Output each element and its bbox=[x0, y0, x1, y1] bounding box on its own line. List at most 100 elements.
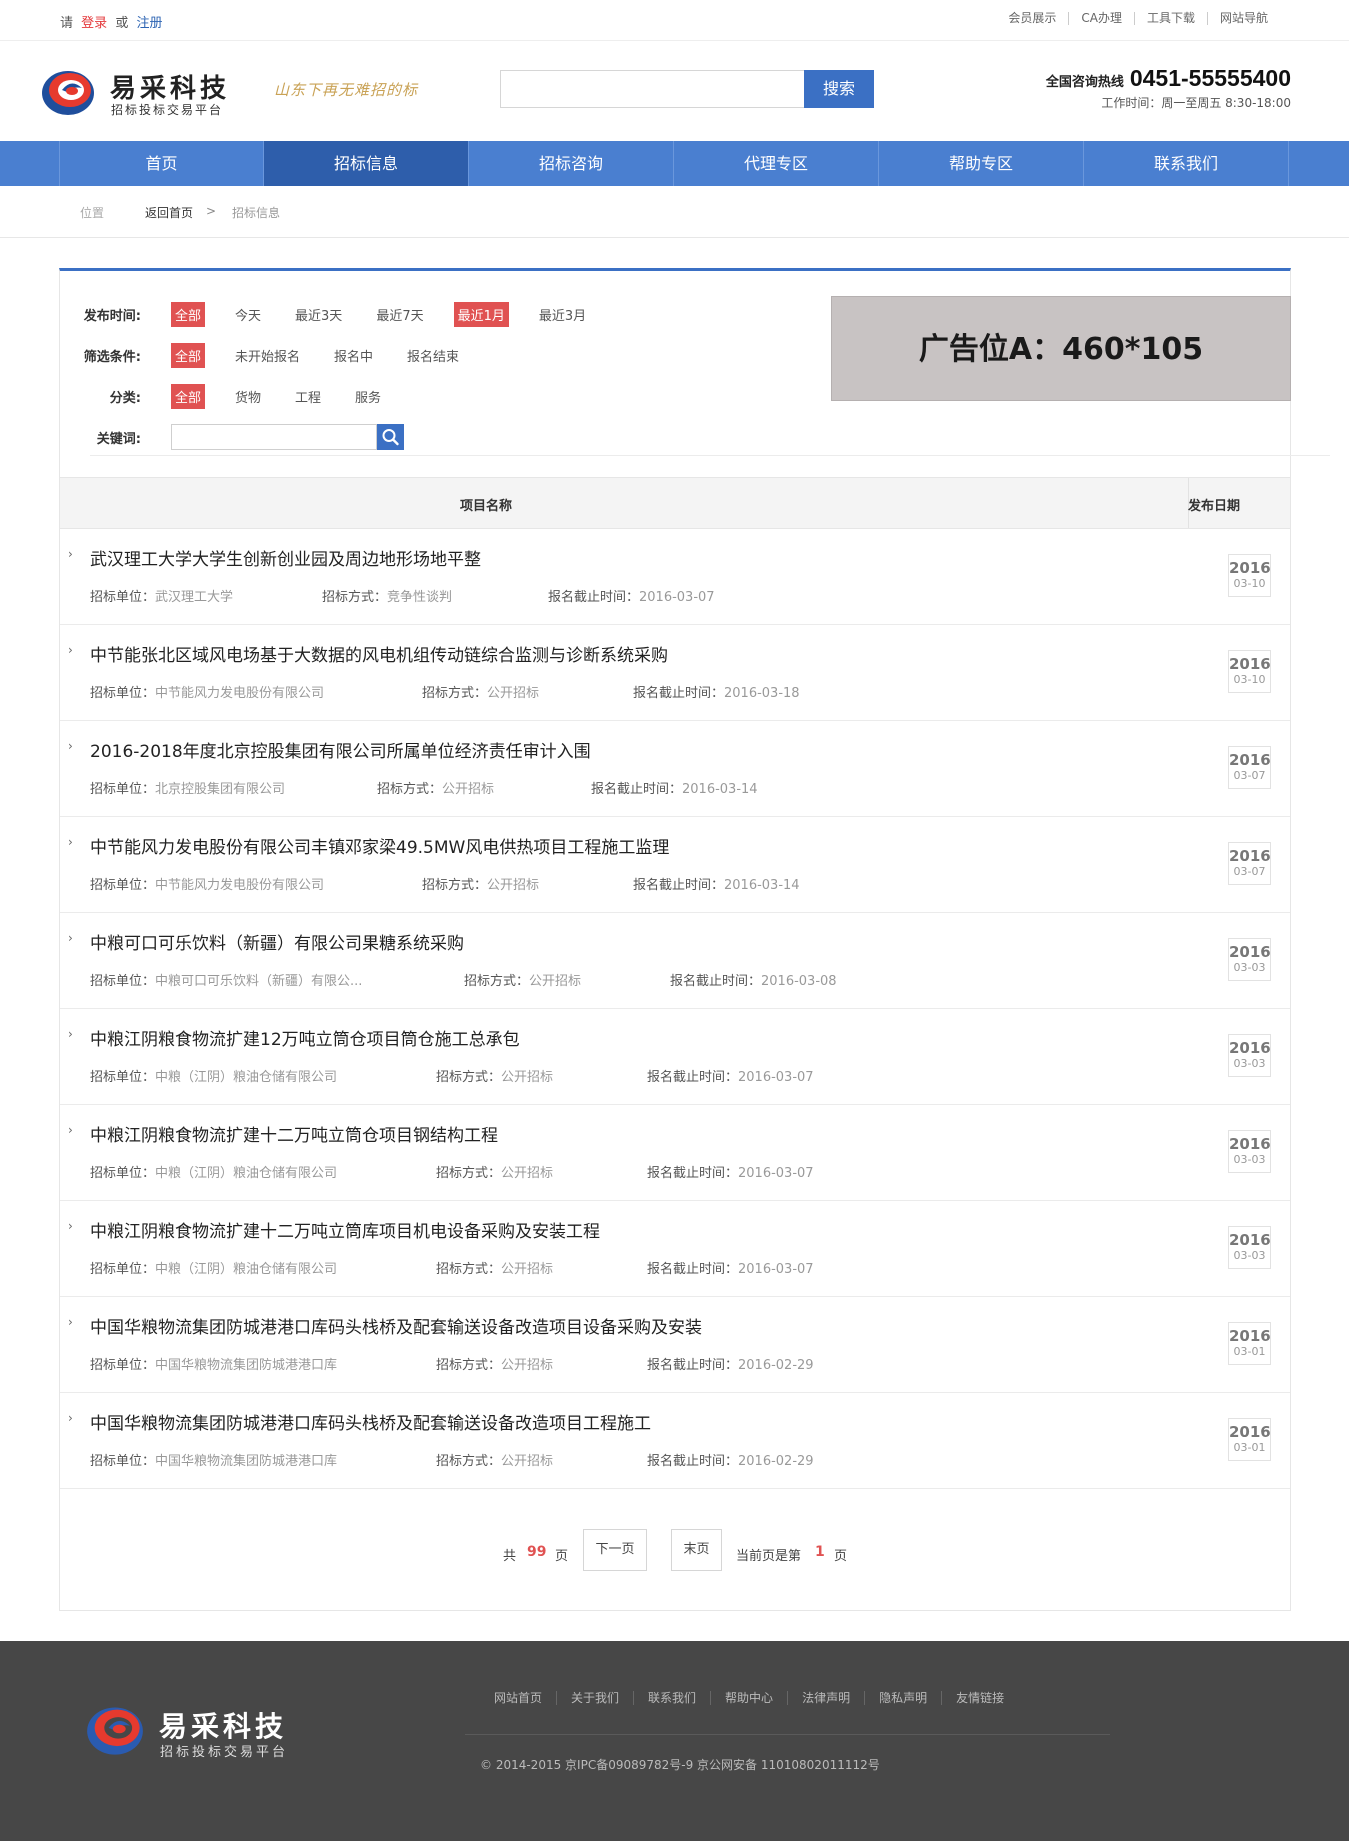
breadcrumb: 位置 返回首页 > 招标信息 bbox=[0, 186, 1349, 238]
nav-help[interactable]: 帮助专区 bbox=[879, 141, 1084, 186]
row-unit: 招标单位：中粮可口可乐饮料（新疆）有限公... bbox=[90, 970, 362, 989]
nav-bidding-info[interactable]: 招标信息 bbox=[264, 141, 469, 186]
row-method-label: 招标方式： bbox=[436, 1358, 502, 1373]
next-page-button[interactable]: 下一页 bbox=[583, 1529, 647, 1571]
row-date-badge: 2016 03-03 bbox=[1228, 1034, 1271, 1077]
auth-or: 或 bbox=[115, 16, 129, 31]
last-page-button[interactable]: 末页 bbox=[671, 1529, 722, 1571]
keyword-search-button[interactable] bbox=[377, 424, 404, 450]
chevron-right-icon: › bbox=[68, 1315, 73, 1329]
footer-link-help[interactable]: 帮助中心 bbox=[710, 1691, 787, 1705]
table-row[interactable]: › 中粮江阴粮食物流扩建12万吨立筒仓项目筒仓施工总承包 招标单位：中粮（江阴）粮油… bbox=[60, 1009, 1290, 1105]
row-unit: 招标单位：中粮（江阴）粮油仓储有限公司 bbox=[90, 1066, 337, 1085]
footer-link-privacy[interactable]: 隐私声明 bbox=[864, 1691, 941, 1705]
top-link-tools[interactable]: 工具下载 bbox=[1133, 12, 1207, 25]
chevron-right-icon: › bbox=[68, 1219, 73, 1233]
row-unit-value: 中粮可口可乐饮料（新疆）有限公... bbox=[155, 974, 363, 989]
nav-home[interactable]: 首页 bbox=[59, 141, 264, 186]
filter-option[interactable]: 最近7天 bbox=[372, 302, 427, 327]
search-button[interactable]: 搜索 bbox=[804, 70, 874, 108]
row-date-day: 03-10 bbox=[1233, 577, 1266, 590]
footer-link-friends[interactable]: 友情链接 bbox=[941, 1691, 1018, 1705]
search-input[interactable] bbox=[500, 70, 805, 108]
breadcrumb-position: 位置 bbox=[80, 206, 105, 220]
footer-logo: 易采科技 招标投标交易平台 bbox=[85, 1701, 305, 1761]
filter-option[interactable]: 报名中 bbox=[330, 343, 377, 368]
table-row[interactable]: › 中国华粮物流集团防城港港口库码头栈桥及配套输送设备改造项目设备采购及安装 招标单… bbox=[60, 1297, 1290, 1393]
pager-total-suffix: 页 bbox=[555, 1549, 569, 1564]
row-deadline: 报名截止时间：2016-03-18 bbox=[633, 682, 800, 701]
top-link-ca[interactable]: CA办理 bbox=[1068, 12, 1134, 25]
top-link-members[interactable]: 会员展示 bbox=[996, 12, 1068, 25]
footer-link-home[interactable]: 网站首页 bbox=[480, 1691, 556, 1705]
row-title[interactable]: 中节能风力发电股份有限公司丰镇邓家梁49.5MW风电供热项目工程施工监理 bbox=[90, 833, 669, 858]
filter-condition: 筛选条件: 全部 未开始报名 报名中 报名结束 bbox=[60, 341, 463, 369]
table-row[interactable]: › 中粮江阴粮食物流扩建十二万吨立筒库项目机电设备采购及安装工程招标单位：中粮（江… bbox=[60, 1201, 1290, 1297]
row-date-day: 03-10 bbox=[1233, 673, 1266, 686]
table-row[interactable]: › 武汉理工大学大学生创新创业园及周边地形场地平整 招标单位：武汉理工大学 招标方式：… bbox=[60, 529, 1290, 625]
filter-option[interactable]: 报名结束 bbox=[403, 343, 463, 368]
filter-option[interactable]: 未开始报名 bbox=[231, 343, 304, 368]
footer-link-about[interactable]: 关于我们 bbox=[556, 1691, 633, 1705]
table-row[interactable]: › 2016-2018年度北京控股集团有限公司所属单位经济责任审计入围 招标单位：北… bbox=[60, 721, 1290, 817]
nav-bidding-consult[interactable]: 招标咨询 bbox=[469, 141, 674, 186]
footer-brand-subtitle: 招标投标交易平台 bbox=[160, 1745, 289, 1760]
table-row[interactable]: › 中节能风力发电股份有限公司丰镇邓家梁49.5MW风电供热项目工程施工监理 招标单… bbox=[60, 817, 1290, 913]
site-logo[interactable]: 易采科技 招标投标交易平台 bbox=[40, 66, 250, 120]
breadcrumb-current: 招标信息 bbox=[232, 206, 281, 220]
row-title[interactable]: 中国华粮物流集团防城港港口库码头栈桥及配套输送设备改造项目工程施工 bbox=[90, 1409, 651, 1434]
footer-link-contact[interactable]: 联系我们 bbox=[633, 1691, 710, 1705]
filter-option[interactable]: 服务 bbox=[351, 384, 385, 409]
row-title[interactable]: 中粮江阴粮食物流扩建12万吨立筒仓项目筒仓施工总承包 bbox=[90, 1025, 520, 1050]
register-link[interactable]: 注册 bbox=[136, 16, 162, 31]
row-title[interactable]: 中国华粮物流集团防城港港口库码头栈桥及配套输送设备改造项目设备采购及安装 bbox=[90, 1313, 702, 1338]
filter-option[interactable]: 工程 bbox=[291, 384, 325, 409]
row-date-badge: 2016 03-10 bbox=[1228, 650, 1271, 693]
site-search: 搜索 bbox=[500, 70, 874, 108]
filter-publish-time: 发布时间: 全部 今天 最近3天 最近7天 最近1月 最近3月 bbox=[60, 300, 590, 328]
filter-option[interactable]: 今天 bbox=[231, 302, 265, 327]
main-nav: 首页 招标信息 招标咨询 代理专区 帮助专区 联系我们 bbox=[0, 141, 1349, 186]
nav-contact[interactable]: 联系我们 bbox=[1084, 141, 1289, 186]
filter-option[interactable]: 全部 bbox=[171, 383, 206, 409]
keyword-input[interactable] bbox=[171, 424, 377, 450]
hotline-label: 全国咨询热线 bbox=[1045, 75, 1124, 90]
row-title[interactable]: 中粮可口可乐饮料（新疆）有限公司果糖系统采购 bbox=[90, 929, 464, 954]
row-date-day: 03-07 bbox=[1233, 865, 1266, 878]
filter-option[interactable]: 货物 bbox=[231, 384, 265, 409]
row-date-year: 2016 bbox=[1229, 1039, 1271, 1057]
row-unit: 招标单位：中粮（江阴）粮油仓储有限公司 bbox=[90, 1258, 337, 1277]
auth-please: 请 bbox=[60, 16, 74, 31]
table-row[interactable]: › 中粮江阴粮食物流扩建十二万吨立筒仓项目钢结构工程 招标单位：中粮（江阴）粮油仓储… bbox=[60, 1105, 1290, 1201]
nav-agency[interactable]: 代理专区 bbox=[674, 141, 879, 186]
row-title[interactable]: 中节能张北区域风电场基于大数据的风电机组传动链综合监测与诊断系统采购 bbox=[90, 641, 668, 666]
row-date-badge: 2016 03-01 bbox=[1228, 1418, 1271, 1461]
filter-option[interactable]: 最近1月 bbox=[453, 301, 509, 327]
top-link-sitemap[interactable]: 网站导航 bbox=[1206, 12, 1280, 25]
filter-option[interactable]: 最近3月 bbox=[535, 302, 590, 327]
row-title[interactable]: 中粮江阴粮食物流扩建十二万吨立筒仓项目钢结构工程 bbox=[90, 1121, 498, 1146]
table-header: 项目名称 发布日期 bbox=[60, 477, 1290, 529]
login-link[interactable]: 登录 bbox=[81, 16, 107, 31]
row-deadline-value: 2016-03-07 bbox=[639, 590, 715, 605]
filter-option[interactable]: 全部 bbox=[171, 301, 206, 327]
table-row[interactable]: › 中节能张北区域风电场基于大数据的风电机组传动链综合监测与诊断系统采购 招标单位：… bbox=[60, 625, 1290, 721]
row-method: 招标方式：公开招标 bbox=[436, 1066, 553, 1085]
row-unit-value: 中粮（江阴）粮油仓储有限公司 bbox=[155, 1166, 338, 1181]
row-title[interactable]: 武汉理工大学大学生创新创业园及周边地形场地平整 bbox=[90, 545, 481, 570]
ad-banner[interactable]: 广告位A：460*105 bbox=[831, 296, 1291, 401]
column-publish-date: 发布日期 bbox=[1188, 499, 1241, 514]
search-icon bbox=[382, 429, 399, 446]
filter-option[interactable]: 最近3天 bbox=[291, 302, 346, 327]
row-unit-label: 招标单位： bbox=[90, 878, 156, 893]
row-unit-label: 招标单位： bbox=[90, 1454, 156, 1469]
table-row[interactable]: › 中粮可口可乐饮料（新疆）有限公司果糖系统采购 招标单位：中粮可口可乐饮料（新疆）… bbox=[60, 913, 1290, 1009]
row-method-label: 招标方式： bbox=[436, 1262, 502, 1277]
filter-option[interactable]: 全部 bbox=[171, 342, 206, 368]
row-title[interactable]: 中粮江阴粮食物流扩建十二万吨立筒库项目机电设备采购及安装工程 bbox=[90, 1217, 600, 1242]
row-title[interactable]: 2016-2018年度北京控股集团有限公司所属单位经济责任审计入围 bbox=[90, 737, 591, 762]
footer-link-legal[interactable]: 法律声明 bbox=[787, 1691, 864, 1705]
row-deadline: 报名截止时间：2016-03-07 bbox=[647, 1258, 814, 1277]
breadcrumb-home[interactable]: 返回首页 bbox=[145, 204, 193, 221]
table-row[interactable]: › 中国华粮物流集团防城港港口库码头栈桥及配套输送设备改造项目工程施工 招标单位：中… bbox=[60, 1393, 1290, 1489]
